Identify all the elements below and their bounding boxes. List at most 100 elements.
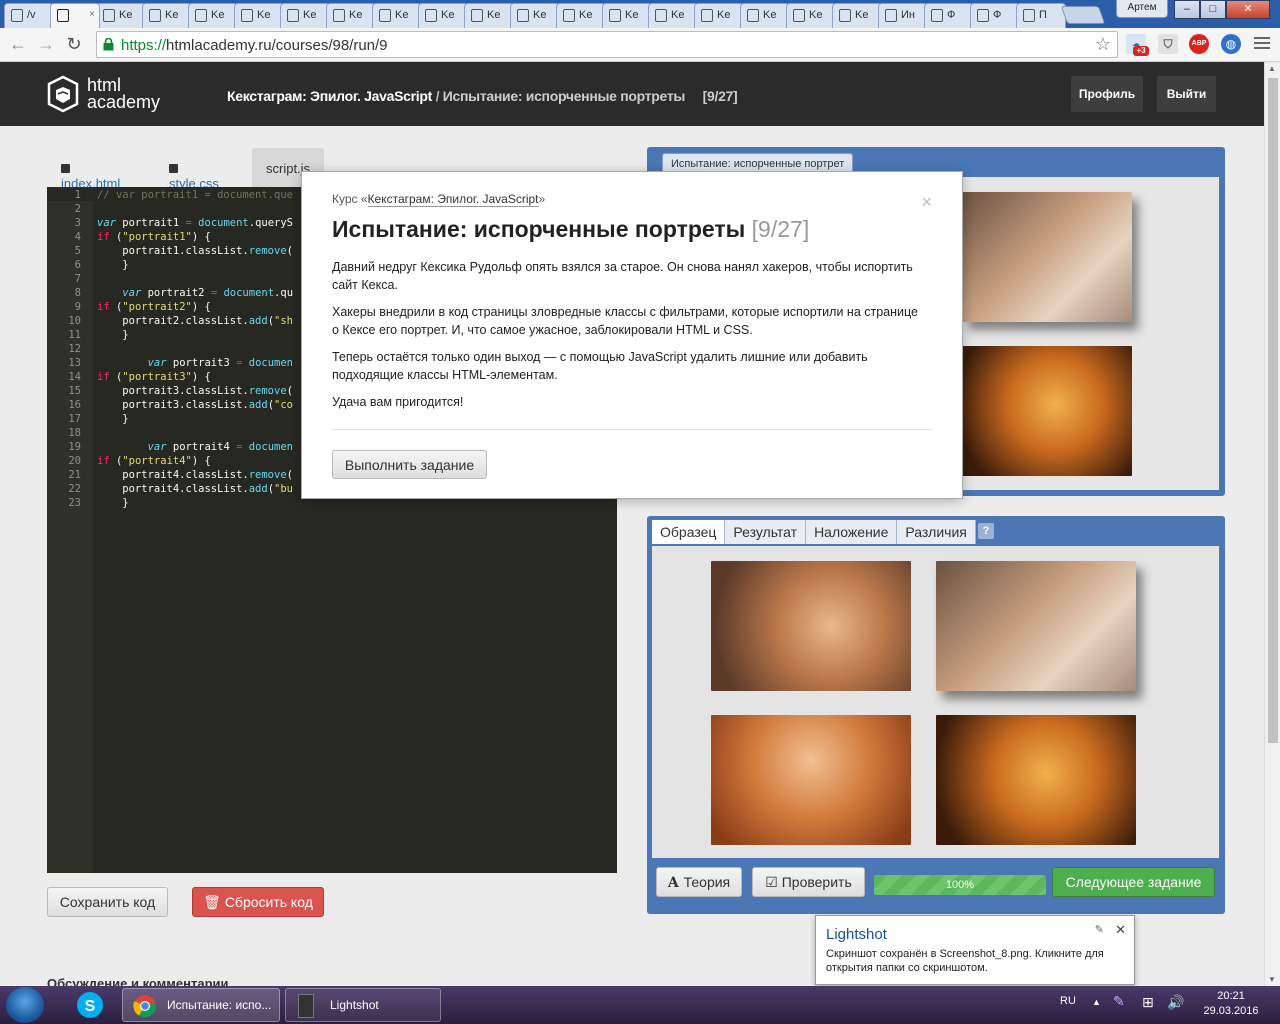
address-bar[interactable]: https://htmlacademy.ru/courses/98/run/9 … — [96, 31, 1118, 58]
profile-badge[interactable]: Артем — [1116, 0, 1168, 18]
profile-button[interactable]: Профиль — [1071, 76, 1143, 112]
next-task-button[interactable]: Следующее задание — [1052, 867, 1215, 897]
tab-overlay[interactable]: Наложение — [806, 520, 898, 544]
scroll-up-icon[interactable]: ▲ — [1268, 64, 1276, 73]
code-content[interactable]: // var portrait1 = document.que var portr… — [97, 188, 293, 510]
minimize-button[interactable]: – — [1174, 0, 1200, 19]
reload-icon[interactable]: ↻ — [62, 33, 86, 57]
code-line[interactable]: } — [97, 258, 293, 272]
logout-button[interactable]: Выйти — [1157, 76, 1216, 112]
code-line[interactable]: var portrait2 = document.qu — [97, 286, 293, 300]
browser-tab[interactable]: Ke — [786, 3, 836, 28]
volume-icon[interactable]: 🔊 — [1167, 994, 1184, 1011]
code-line[interactable]: } — [97, 412, 293, 426]
close-window-button[interactable]: ✕ — [1226, 0, 1270, 19]
browser-tab[interactable]: Ke — [96, 3, 146, 28]
back-icon[interactable]: ← — [6, 33, 30, 57]
lightshot-notification[interactable]: Lightshot ✎ ✕ Скриншот сохранён в Screen… — [815, 915, 1135, 985]
code-line[interactable]: } — [97, 496, 293, 510]
tab-style-css[interactable]: style.css — [169, 148, 219, 191]
code-line[interactable]: var portrait4 = documen — [97, 440, 293, 454]
browser-tab[interactable]: Ин — [878, 3, 928, 28]
code-line[interactable] — [97, 426, 293, 440]
code-line[interactable]: portrait4.classList.add("bu — [97, 482, 293, 496]
code-line[interactable]: if ("portrait4") { — [97, 454, 293, 468]
theory-button[interactable]: A Теория — [656, 867, 742, 897]
pin-icon[interactable]: ✎ — [1095, 923, 1104, 936]
reset-code-button[interactable]: 🗑 Сбросить код — [192, 887, 324, 917]
code-line[interactable] — [97, 202, 293, 216]
browser-tab[interactable]: Ke — [556, 3, 606, 28]
browser-tab[interactable]: Ke — [280, 3, 330, 28]
browser-tab[interactable]: Ke — [510, 3, 560, 28]
browser-tab[interactable]: Ke — [188, 3, 238, 28]
browser-tab[interactable]: Ke — [142, 3, 192, 28]
maximize-button[interactable]: □ — [1200, 0, 1226, 19]
start-task-button[interactable]: Выполнить задание — [332, 450, 487, 479]
code-line[interactable]: portrait4.classList.remove( — [97, 468, 293, 482]
browser-tab[interactable]: Ke — [418, 3, 468, 28]
start-button[interactable] — [6, 987, 44, 1023]
browser-tab[interactable]: Ke — [602, 3, 652, 28]
notification-close-icon[interactable]: ✕ — [1115, 922, 1126, 938]
tab-diff[interactable]: Различия — [897, 520, 976, 544]
taskbar-lightshot-item[interactable]: Lightshot — [285, 988, 441, 1022]
new-tab-button[interactable] — [1060, 6, 1106, 24]
code-line[interactable] — [97, 342, 293, 356]
modal-close-icon[interactable]: × — [921, 192, 932, 213]
breadcrumb-course-link[interactable]: Кекстаграм: Эпилог. JavaScript — [227, 88, 432, 104]
browser-tab[interactable]: Ф — [970, 3, 1020, 28]
browser-tab[interactable]: Ke — [648, 3, 698, 28]
browser-tab[interactable]: /v — [4, 3, 54, 28]
globe-extension-icon[interactable]: ◍ — [1221, 34, 1241, 54]
save-code-button[interactable]: Сохранить код — [47, 887, 168, 917]
scrollbar-thumb[interactable] — [1268, 78, 1278, 743]
browser-tab[interactable]: Ke — [372, 3, 422, 28]
code-line[interactable]: portrait1.classList.remove( — [97, 244, 293, 258]
code-line[interactable]: if ("portrait2") { — [97, 300, 293, 314]
code-line[interactable]: if ("portrait1") { — [97, 230, 293, 244]
tab-index-html[interactable]: index.html — [61, 148, 120, 191]
tab-result[interactable]: Результат — [725, 520, 807, 544]
code-line[interactable]: var portrait1 = document.queryS — [97, 216, 293, 230]
browser-tab[interactable]: Ke — [832, 3, 882, 28]
code-line[interactable]: var portrait3 = documen — [97, 356, 293, 370]
adblock-icon[interactable]: ABP — [1189, 34, 1209, 54]
taskbar-chrome-item[interactable]: Испытание: испо... — [122, 988, 280, 1022]
windows-flag-icon[interactable]: ⊞ — [1142, 994, 1154, 1011]
code-line[interactable]: portrait3.classList.remove( — [97, 384, 293, 398]
chrome-menu-icon[interactable] — [1254, 37, 1270, 51]
shield-extension-icon[interactable]: ⛉ — [1158, 34, 1178, 54]
tab-close-icon[interactable]: × — [89, 9, 95, 20]
site-logo[interactable]: html academy — [47, 75, 160, 113]
language-indicator[interactable]: RU — [1060, 995, 1076, 1007]
page-scrollbar[interactable]: ▲ ▼ — [1264, 62, 1280, 986]
browser-tab-label: /v — [27, 9, 36, 21]
forward-icon[interactable]: → — [34, 33, 58, 57]
code-line[interactable]: portrait3.classList.add("co — [97, 398, 293, 412]
help-icon[interactable]: ? — [978, 523, 994, 539]
code-line[interactable] — [97, 272, 293, 286]
skype-icon[interactable]: S — [74, 989, 106, 1021]
modal-course-link[interactable]: Кекстаграм: Эпилог. JavaScript — [367, 192, 539, 207]
browser-tab[interactable]: Ke — [740, 3, 790, 28]
tab-sample[interactable]: Образец — [652, 520, 726, 544]
code-line[interactable]: // var portrait1 = document.que — [97, 188, 293, 202]
browser-tab[interactable]: × — [50, 3, 100, 28]
browser-tab[interactable]: Ke — [694, 3, 744, 28]
browser-tab[interactable]: Ф — [924, 3, 974, 28]
browser-tab[interactable]: Ke — [464, 3, 514, 28]
tray-expand-icon[interactable]: ▲ — [1092, 997, 1101, 1007]
scroll-down-icon[interactable]: ▼ — [1268, 975, 1276, 984]
browser-tab[interactable]: Ke — [326, 3, 376, 28]
code-line[interactable]: } — [97, 328, 293, 342]
lightshot-tray-icon[interactable]: ✎ — [1113, 993, 1125, 1010]
code-line[interactable]: if ("portrait3") { — [97, 370, 293, 384]
code-line[interactable]: portrait2.classList.add("sh — [97, 314, 293, 328]
bookmark-star-icon[interactable]: ☆ — [1095, 34, 1111, 55]
browser-tab[interactable]: Ke — [234, 3, 284, 28]
check-button[interactable]: ☑ Проверить — [752, 867, 865, 897]
line-number: 20 — [68, 455, 81, 467]
browser-tab[interactable]: П — [1016, 3, 1066, 28]
system-clock[interactable]: 20:21 29.03.2016 — [1196, 989, 1266, 1019]
